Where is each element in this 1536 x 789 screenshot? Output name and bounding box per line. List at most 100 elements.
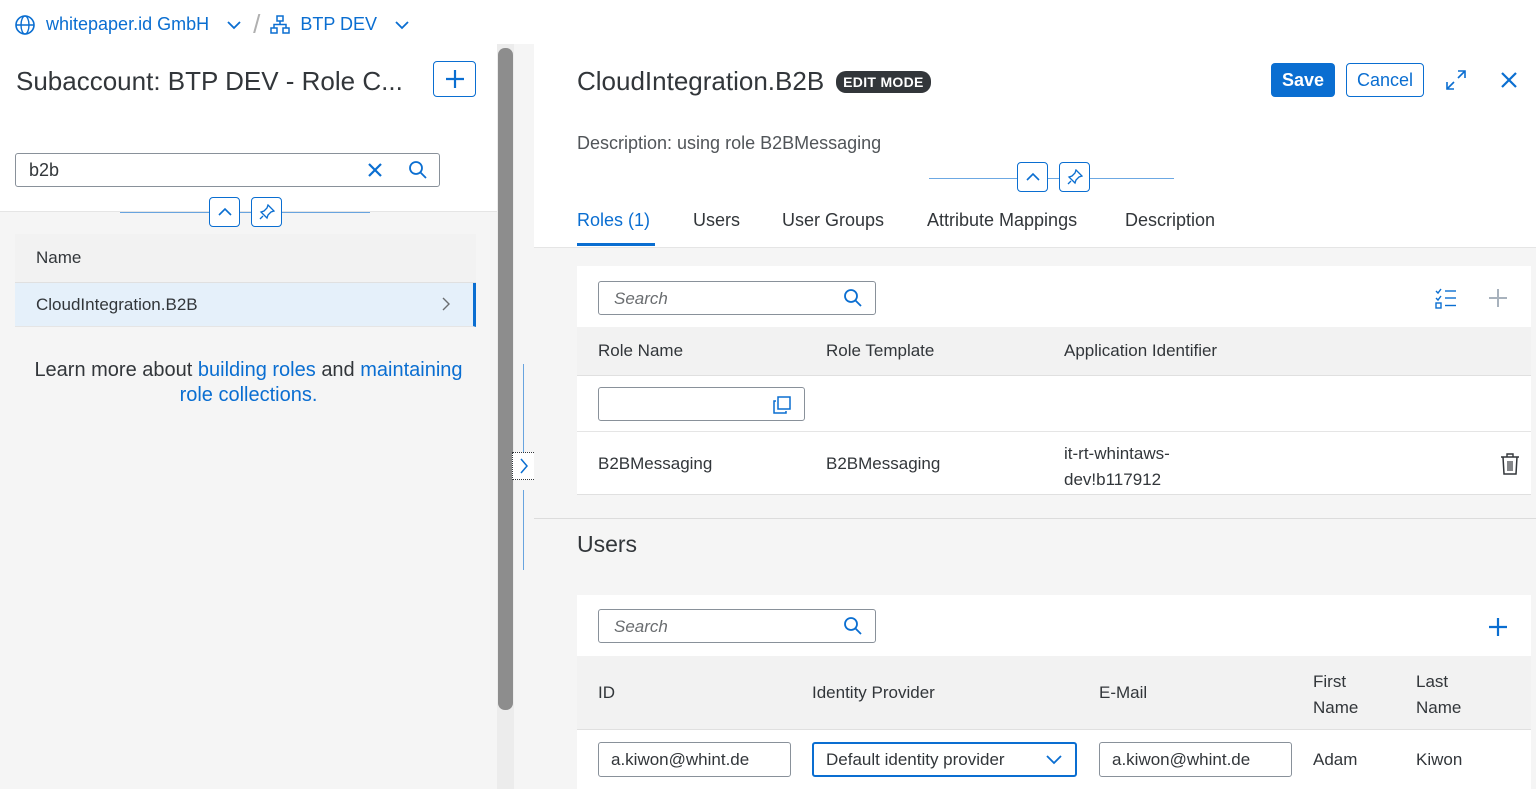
learn-more-prefix: Learn more about: [34, 359, 193, 381]
chevron-down-icon[interactable]: [225, 16, 243, 34]
master-header: Subaccount: BTP DEV - Role C... b2b: [0, 44, 497, 227]
tab-user-groups[interactable]: User Groups: [782, 210, 884, 231]
column-header-first-name: First Name: [1313, 669, 1358, 721]
table-row[interactable]: B2BMessaging B2BMessaging it-rt-whintaws…: [577, 432, 1531, 495]
first-name-cell: Adam: [1313, 750, 1358, 769]
pin-header-button[interactable]: [1059, 162, 1090, 192]
users-table-header: ID Identity Provider E-Mail First Name L…: [577, 656, 1531, 730]
last-name-line1: Last: [1416, 672, 1449, 691]
master-title: Subaccount: BTP DEV - Role C...: [16, 66, 403, 96]
clear-icon[interactable]: [366, 161, 384, 179]
detail-pane: CloudIntegration.B2B EDIT MODE Save Canc…: [534, 44, 1536, 789]
last-name-cell: Kiwon: [1416, 750, 1463, 769]
role-collection-description: Description: using role B2BMessaging: [577, 133, 882, 153]
master-search-input[interactable]: b2b: [15, 153, 440, 187]
first-name-line2: Name: [1313, 698, 1359, 717]
column-header-application-identifier: Application Identifier: [1064, 341, 1218, 360]
role-template-cell: B2BMessaging: [826, 454, 941, 473]
edit-mode-badge: EDIT MODE: [836, 70, 931, 93]
globe-icon: [14, 14, 36, 36]
master-table-header: Name: [15, 234, 476, 283]
chevron-up-icon: [1025, 169, 1041, 185]
application-identifier-line1: it-rt-whintaws-: [1064, 444, 1170, 463]
table-row[interactable]: a.kiwon@whint.de Default identity provid…: [577, 730, 1531, 789]
collapse-header-button[interactable]: [1017, 162, 1048, 192]
roles-table: Search Role Name Role Template Applicati…: [577, 266, 1531, 495]
pin-icon: [259, 204, 275, 220]
search-icon[interactable]: [408, 160, 428, 180]
identity-provider-value: Default identity provider: [826, 749, 1005, 769]
roles-search-input[interactable]: Search: [598, 281, 876, 315]
maintaining-link[interactable]: maintaining: [360, 359, 462, 381]
pin-header-button[interactable]: [251, 197, 282, 227]
splitter-line-top: [523, 364, 524, 464]
identity-provider-select[interactable]: Default identity provider: [812, 742, 1077, 777]
roles-search-placeholder: Search: [614, 289, 668, 308]
add-role-icon[interactable]: [1488, 288, 1508, 308]
tab-roles[interactable]: Roles (1): [577, 210, 650, 231]
list-item-label: CloudIntegration.B2B: [36, 295, 198, 314]
breadcrumb-subaccount[interactable]: BTP DEV: [300, 14, 377, 35]
last-name-line2: Name: [1416, 698, 1462, 717]
users-search-input[interactable]: Search: [598, 609, 876, 643]
breadcrumb: whitepaper.id GmbH / BTP DEV: [14, 9, 411, 40]
detail-header: CloudIntegration.B2B EDIT MODE Save Canc…: [534, 44, 1536, 248]
first-name-line1: First: [1313, 672, 1347, 691]
application-identifier-cell: it-rt-whintaws- dev!b117912: [1064, 441, 1170, 493]
breadcrumb-separator: /: [253, 9, 261, 39]
top-bar: whitepaper.id GmbH / BTP DEV: [0, 0, 1536, 44]
column-header-identity-provider: Identity Provider: [812, 683, 935, 702]
detail-title-row: CloudIntegration.B2B EDIT MODE: [577, 66, 931, 97]
active-tab-indicator: [577, 243, 655, 246]
pane-splitter[interactable]: [512, 44, 536, 789]
master-scrollbar-thumb[interactable]: [498, 48, 513, 710]
column-header-last-name: Last Name: [1416, 669, 1461, 721]
pin-icon: [1067, 169, 1083, 185]
column-header-role-name: Role Name: [598, 341, 684, 360]
user-email-value: a.kiwon@whint.de: [1112, 749, 1251, 769]
column-header-email: E-Mail: [1099, 683, 1148, 702]
add-role-collection-button[interactable]: [433, 61, 476, 97]
cancel-button[interactable]: Cancel: [1346, 63, 1424, 97]
learn-more-text: Learn more about building roles and main…: [0, 358, 497, 408]
fullscreen-icon[interactable]: [1445, 69, 1467, 91]
tab-attribute-mappings[interactable]: Attribute Mappings: [927, 210, 1077, 231]
expand-pane-button[interactable]: [512, 452, 536, 480]
detail-title: CloudIntegration.B2B: [577, 66, 825, 96]
user-id-input[interactable]: a.kiwon@whint.de: [598, 742, 791, 777]
users-table: Search ID Identity Provider E-Mail First…: [577, 595, 1531, 789]
building-roles-link[interactable]: building roles: [198, 359, 316, 381]
search-icon[interactable]: [843, 616, 863, 636]
role-value-help-input[interactable]: [598, 387, 805, 421]
roles-table-header: Role Name Role Template Application Iden…: [577, 327, 1531, 376]
users-search-placeholder: Search: [614, 617, 668, 636]
breadcrumb-global-account[interactable]: whitepaper.id GmbH: [46, 14, 209, 35]
tab-users[interactable]: Users: [693, 210, 740, 231]
search-input-value: b2b: [29, 160, 60, 180]
role-collections-link[interactable]: role collections: [180, 384, 312, 406]
add-user-icon[interactable]: [1488, 617, 1508, 637]
learn-more-and: and: [321, 359, 355, 381]
column-header-name: Name: [36, 248, 82, 267]
plus-icon: [444, 68, 466, 90]
tab-description[interactable]: Description: [1125, 210, 1215, 231]
chevron-up-icon: [217, 204, 233, 220]
search-icon[interactable]: [843, 288, 863, 308]
user-email-input[interactable]: a.kiwon@whint.de: [1099, 742, 1292, 777]
close-icon[interactable]: [1500, 71, 1518, 89]
value-help-icon[interactable]: [772, 395, 792, 415]
application-identifier-line2: dev!b117912: [1064, 470, 1162, 489]
users-section-title: Users: [577, 531, 638, 557]
chevron-down-icon[interactable]: [393, 16, 411, 34]
multi-select-icon[interactable]: [1435, 287, 1457, 309]
list-item[interactable]: CloudIntegration.B2B: [15, 283, 476, 327]
delete-icon[interactable]: [1500, 453, 1520, 475]
user-id-value: a.kiwon@whint.de: [611, 749, 750, 769]
section-divider: [534, 518, 1536, 519]
hierarchy-icon: [270, 14, 291, 35]
chevron-right-icon: [518, 457, 530, 475]
collapse-header-button[interactable]: [209, 197, 240, 227]
chevron-down-icon[interactable]: [1045, 753, 1063, 767]
learn-more-period: .: [311, 384, 318, 406]
save-button[interactable]: Save: [1271, 63, 1335, 97]
